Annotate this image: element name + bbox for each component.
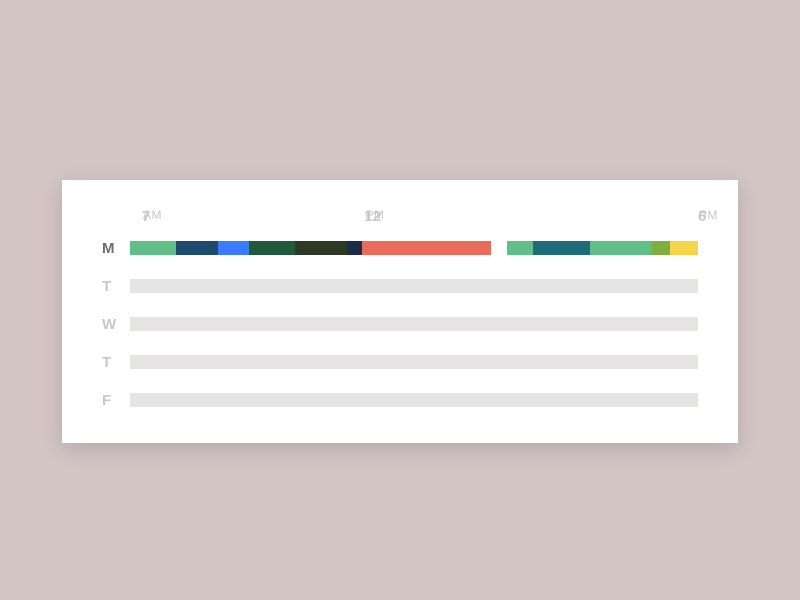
timeline-segment[interactable]	[590, 241, 652, 255]
day-label: T	[102, 278, 130, 295]
timeline-segment[interactable]	[362, 241, 491, 255]
timeline-segment[interactable]	[130, 279, 698, 293]
timeline-segment[interactable]	[507, 241, 533, 255]
day-track[interactable]	[130, 355, 698, 369]
day-label: F	[102, 392, 130, 409]
day-track[interactable]	[130, 241, 698, 255]
schedule-card: 7AM 12PM 6PM M T W T F	[62, 180, 738, 443]
timeline-segment[interactable]	[130, 317, 698, 331]
timeline-segment[interactable]	[130, 241, 176, 255]
day-label: W	[102, 316, 130, 333]
day-row: T	[102, 354, 698, 370]
day-track[interactable]	[130, 279, 698, 293]
timeline-segment[interactable]	[218, 241, 249, 255]
timeline-segment[interactable]	[176, 241, 217, 255]
timeline-segment[interactable]	[347, 241, 362, 255]
timeline-segment[interactable]	[652, 241, 670, 255]
timeline-segment[interactable]	[130, 393, 698, 407]
timeline-segment[interactable]	[670, 241, 698, 255]
day-track[interactable]	[130, 317, 698, 331]
day-row: T	[102, 278, 698, 294]
day-label: M	[102, 240, 130, 257]
day-row: W	[102, 316, 698, 332]
day-label: T	[102, 354, 130, 371]
timeline-segment[interactable]	[249, 241, 295, 255]
axis-start-mer: AM	[143, 208, 162, 222]
day-row: M	[102, 240, 698, 256]
axis-mid-mer: PM	[365, 208, 384, 222]
axis-end-mer: PM	[699, 208, 718, 222]
timeline-segment[interactable]	[130, 355, 698, 369]
day-row: F	[102, 392, 698, 408]
time-axis: 7AM 12PM 6PM	[142, 208, 698, 230]
timeline-segment[interactable]	[533, 241, 590, 255]
timeline-segment[interactable]	[295, 241, 347, 255]
day-track[interactable]	[130, 393, 698, 407]
